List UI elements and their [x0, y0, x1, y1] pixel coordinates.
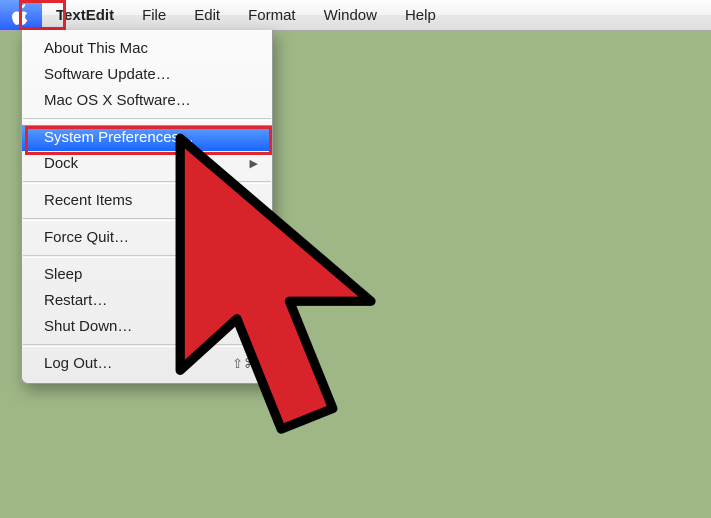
menu-separator	[23, 181, 271, 184]
menu-force-quit[interactable]: Force Quit…	[22, 225, 272, 251]
menu-dock[interactable]: Dock ▶	[22, 151, 272, 177]
menu-item-label: Mac OS X Software…	[44, 88, 191, 114]
menu-bar: TextEdit File Edit Format Window Help	[0, 0, 711, 31]
menu-shortcut: ⇧⌘	[232, 351, 258, 377]
menu-separator	[23, 255, 271, 258]
menu-item-label: Shut Down…	[44, 314, 132, 340]
apple-menu-button[interactable]	[0, 0, 42, 30]
menu-log-out[interactable]: Log Out… ⇧⌘	[22, 351, 272, 377]
apple-icon	[11, 4, 31, 26]
menu-item-label: Log Out…	[44, 351, 112, 377]
menu-item-label: Recent Items	[44, 188, 132, 214]
submenu-arrow-icon: ▶	[250, 151, 258, 177]
menu-about-this-mac[interactable]: About This Mac	[22, 36, 272, 62]
menu-app-name[interactable]: TextEdit	[42, 0, 128, 30]
menu-item-label: Dock	[44, 151, 78, 177]
menu-restart[interactable]: Restart…	[22, 288, 272, 314]
menu-recent-items[interactable]: Recent Items ▶	[22, 188, 272, 214]
menu-item-label: About This Mac	[44, 36, 148, 62]
menu-item-label: System Preferences…	[44, 125, 194, 151]
menu-item-label: Software Update…	[44, 62, 171, 88]
menu-help[interactable]: Help	[391, 0, 450, 30]
submenu-arrow-icon: ▶	[250, 188, 258, 214]
menu-system-preferences[interactable]: System Preferences…	[22, 125, 272, 151]
menu-separator	[23, 344, 271, 347]
menu-sleep[interactable]: Sleep	[22, 262, 272, 288]
menu-macosx-software[interactable]: Mac OS X Software…	[22, 88, 272, 114]
menu-file[interactable]: File	[128, 0, 180, 30]
menu-separator	[23, 218, 271, 221]
menu-item-label: Sleep	[44, 262, 82, 288]
desktop: TextEdit File Edit Format Window Help Ab…	[0, 0, 711, 518]
menu-window[interactable]: Window	[310, 0, 391, 30]
menu-item-label: Force Quit…	[44, 225, 129, 251]
menu-separator	[23, 118, 271, 121]
menu-format[interactable]: Format	[234, 0, 310, 30]
menu-software-update[interactable]: Software Update…	[22, 62, 272, 88]
apple-menu-dropdown: About This Mac Software Update… Mac OS X…	[21, 30, 273, 384]
menu-item-label: Restart…	[44, 288, 107, 314]
menu-shut-down[interactable]: Shut Down…	[22, 314, 272, 340]
menu-edit[interactable]: Edit	[180, 0, 234, 30]
